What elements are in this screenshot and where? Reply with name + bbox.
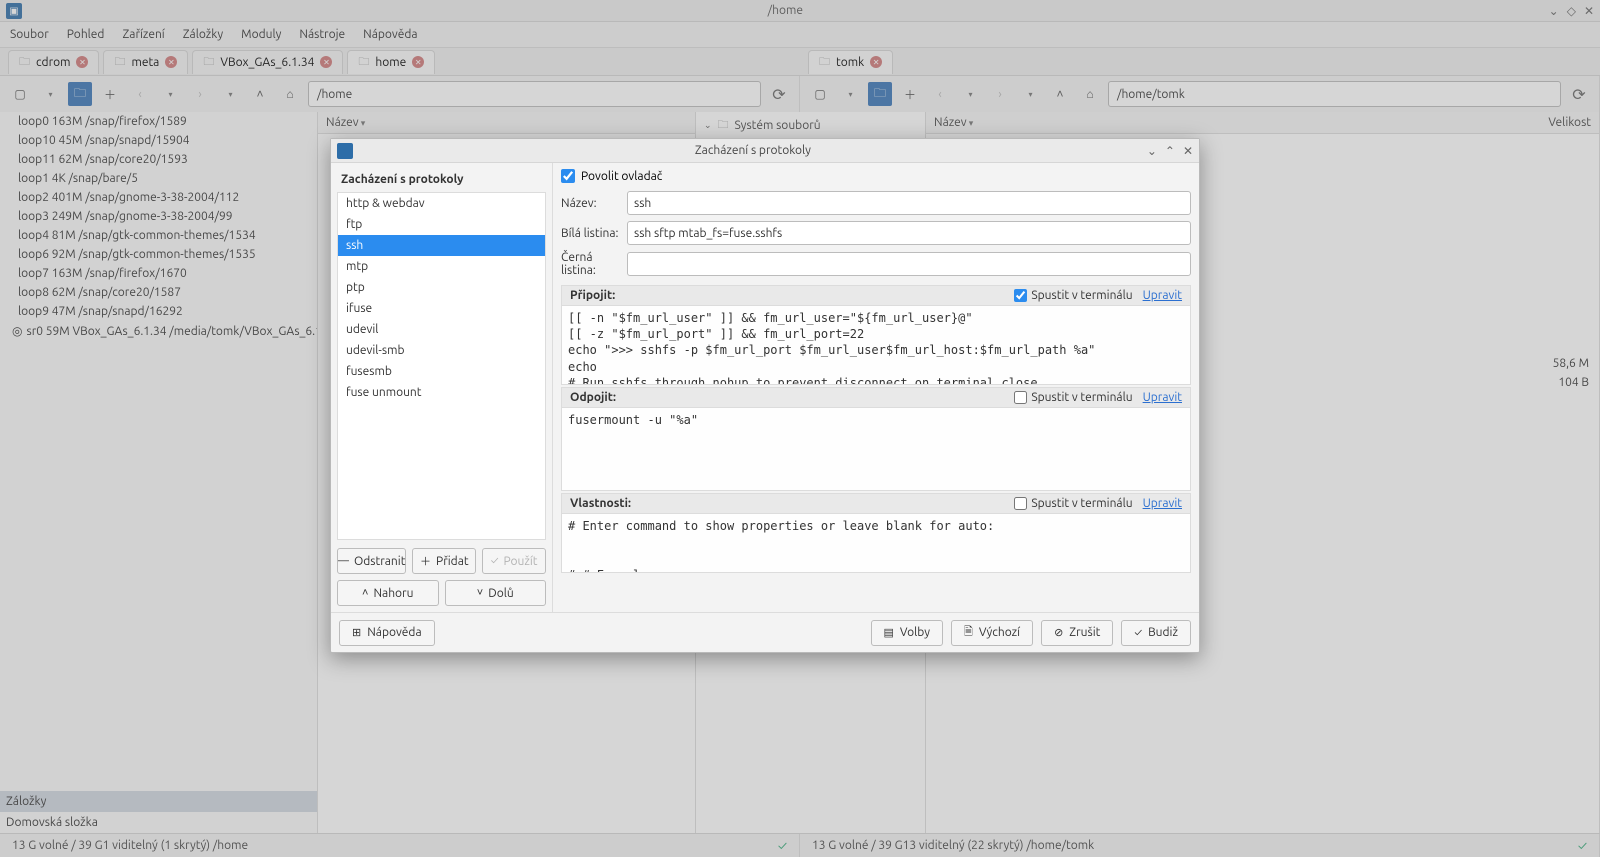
blacklist-input[interactable]: [627, 252, 1191, 276]
protocol-item[interactable]: udevil-smb: [338, 340, 545, 361]
dialog-icon: [337, 143, 353, 159]
check-icon: ✓: [1134, 627, 1142, 639]
help-icon: ⊞: [352, 626, 361, 639]
defaults-button[interactable]: 🗎 Výchozí: [951, 620, 1033, 646]
cancel-icon: ⊘: [1054, 626, 1063, 639]
unmount-terminal-checkbox[interactable]: [1014, 391, 1027, 404]
button-label: Zrušit: [1069, 626, 1100, 639]
button-label: Volby: [900, 626, 930, 639]
minus-icon: —: [338, 555, 349, 567]
dialog-left-panel: Zacházení s protokoly http & webdav ftp …: [331, 163, 553, 612]
unmount-edit-link[interactable]: Upravit: [1143, 391, 1182, 404]
chevron-up-icon: ˄: [362, 587, 368, 599]
minimize-icon[interactable]: ⌄: [1147, 144, 1157, 158]
check-icon: ✓: [491, 555, 499, 567]
button-label: Nahoru: [373, 587, 413, 600]
button-label: Použít: [503, 555, 537, 568]
mount-terminal-checkbox[interactable]: [1014, 289, 1027, 302]
help-button[interactable]: ⊞ Nápověda: [339, 620, 435, 646]
props-edit-link[interactable]: Upravit: [1143, 497, 1182, 510]
blacklist-label: Černá listina:: [561, 251, 619, 277]
enable-driver-checkbox[interactable]: [561, 169, 575, 183]
name-input[interactable]: [627, 191, 1191, 215]
dialog-titlebar: Zacházení s protokoly ⌄ ⌃ ✕: [331, 139, 1199, 163]
section-label: Vlastnosti:: [570, 497, 631, 510]
props-section-header: Vlastnosti: Spustit v terminálu Upravit: [561, 493, 1191, 513]
terminal-label: Spustit v terminálu: [1031, 289, 1132, 302]
section-label: Odpojit:: [570, 391, 616, 404]
move-up-button[interactable]: ˄ Nahoru: [337, 580, 439, 606]
options-icon: ▤: [884, 626, 894, 639]
section-label: Připojit:: [570, 289, 615, 302]
protocol-item[interactable]: mtp: [338, 256, 545, 277]
enable-driver-row: Povolit ovladač: [561, 169, 1191, 183]
protocol-item[interactable]: ifuse: [338, 298, 545, 319]
button-label: Výchozí: [979, 626, 1020, 639]
close-icon[interactable]: ✕: [1183, 144, 1193, 158]
dialog-title: Zacházení s protokoly: [359, 144, 1147, 157]
mount-code[interactable]: [[ -n "$fm_url_user" ]] && fm_url_user="…: [561, 305, 1191, 385]
whitelist-input[interactable]: [627, 221, 1191, 245]
maximize-icon[interactable]: ⌃: [1165, 144, 1175, 158]
terminal-label: Spustit v terminálu: [1031, 391, 1132, 404]
dialog-body: Zacházení s protokoly http & webdav ftp …: [331, 163, 1199, 612]
protocol-item[interactable]: ftp: [338, 214, 545, 235]
props-terminal-checkbox[interactable]: [1014, 497, 1027, 510]
apply-button[interactable]: ✓ Použít: [482, 548, 546, 574]
protocol-item[interactable]: fusesmb: [338, 361, 545, 382]
unmount-code[interactable]: fusermount -u "%a": [561, 407, 1191, 491]
button-label: Přidat: [436, 555, 469, 568]
options-button[interactable]: ▤ Volby: [871, 620, 944, 646]
mount-section-header: Připojit: Spustit v terminálu Upravit: [561, 285, 1191, 305]
mount-edit-link[interactable]: Upravit: [1143, 289, 1182, 302]
button-label: Dolů: [488, 587, 514, 600]
remove-button[interactable]: — Odstranit: [337, 548, 406, 574]
chevron-down-icon: ˅: [477, 587, 483, 599]
protocol-list-header: Zacházení s protokoly: [337, 169, 546, 192]
dialog-right-panel: Povolit ovladač Název: Bílá listina: Čer…: [553, 163, 1199, 612]
defaults-icon: 🗎: [964, 623, 973, 642]
dialog-window-controls: ⌄ ⌃ ✕: [1147, 144, 1193, 158]
protocol-item[interactable]: fuse unmount: [338, 382, 545, 403]
whitelist-label: Bílá listina:: [561, 227, 619, 240]
terminal-label: Spustit v terminálu: [1031, 497, 1132, 510]
props-code[interactable]: # Enter command to show properties or le…: [561, 513, 1191, 573]
move-down-button[interactable]: ˅ Dolů: [445, 580, 547, 606]
unmount-section-header: Odpojit: Spustit v terminálu Upravit: [561, 387, 1191, 407]
plus-icon: ＋: [420, 553, 431, 569]
protocol-dialog: Zacházení s protokoly ⌄ ⌃ ✕ Zacházení s …: [330, 138, 1200, 653]
protocol-list: http & webdav ftp ssh mtp ptp ifuse udev…: [337, 192, 546, 540]
enable-driver-label: Povolit ovladač: [581, 170, 662, 183]
dialog-footer: ⊞ Nápověda ▤ Volby 🗎 Výchozí ⊘ Zrušit ✓ Budiž: [331, 612, 1199, 652]
button-label: Odstranit: [354, 555, 405, 568]
name-label: Název:: [561, 197, 619, 210]
ok-button[interactable]: ✓ Budiž: [1121, 620, 1191, 646]
protocol-item[interactable]: udevil: [338, 319, 545, 340]
button-label: Budiž: [1148, 626, 1178, 639]
cancel-button[interactable]: ⊘ Zrušit: [1041, 620, 1113, 646]
protocol-item-selected[interactable]: ssh: [338, 235, 545, 256]
button-label: Nápověda: [367, 626, 421, 639]
protocol-item[interactable]: ptp: [338, 277, 545, 298]
add-button[interactable]: ＋ Přidat: [412, 548, 476, 574]
protocol-item[interactable]: http & webdav: [338, 193, 545, 214]
